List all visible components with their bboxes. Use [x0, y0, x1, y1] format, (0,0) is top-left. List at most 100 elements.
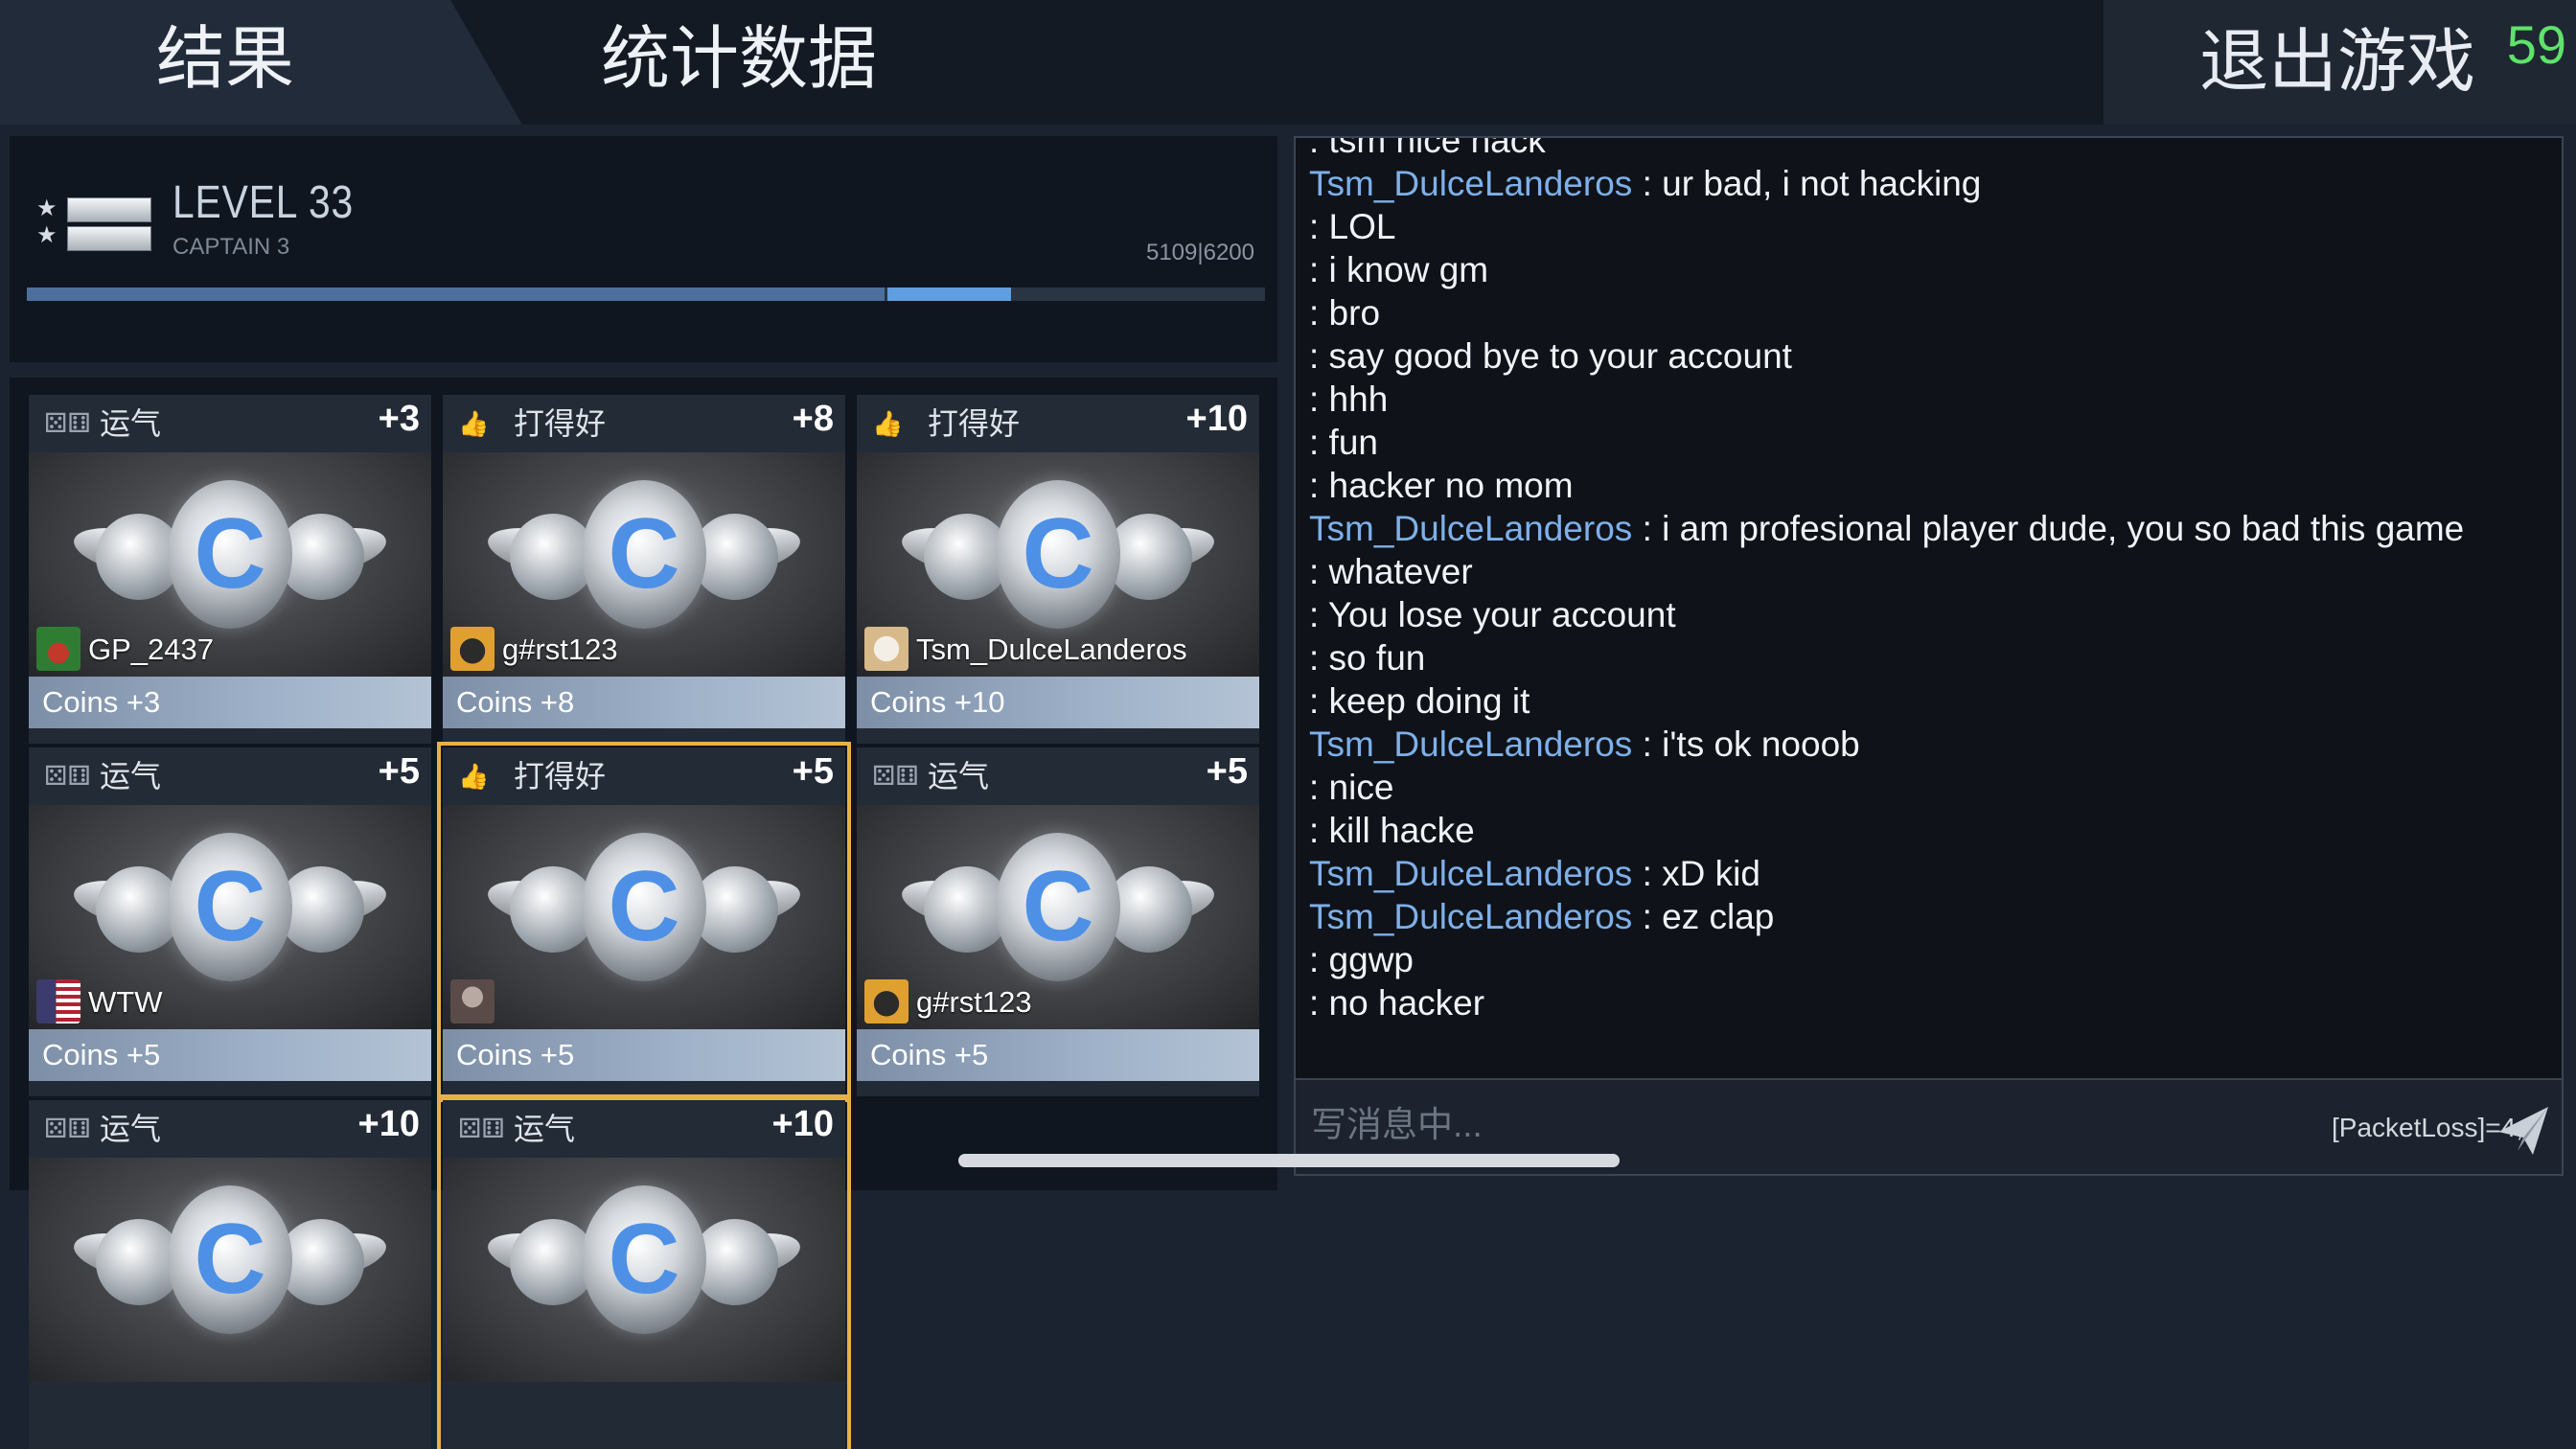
- reward-card-header: ⚄⚅ 运气 +10: [443, 1100, 845, 1158]
- thumbs-up-icon: 👍: [872, 409, 904, 438]
- chat-messages: : tsm nice hack Tsm_DulceLanderos : ur ba…: [1309, 136, 2555, 1024]
- player-name: g#rst123: [502, 632, 618, 666]
- cat-avatar: [864, 627, 908, 671]
- reward-card[interactable]: 👍 打得好 +5 C Coins +5: [437, 742, 851, 1102]
- dice-icon: ⚄⚅: [872, 761, 919, 791]
- thumbs-up-icon: 👍: [458, 409, 490, 438]
- chat-message: : hacker no mom: [1309, 464, 2555, 507]
- reward-coins-label: Coins +8: [456, 685, 575, 719]
- chat-text: : You lose your account: [1309, 595, 1676, 634]
- thumbs-up-icon: 👍: [458, 762, 490, 791]
- coin-icon: C: [472, 828, 816, 991]
- xp-progress-gain: [887, 288, 1011, 301]
- frog-avatar: [36, 627, 80, 671]
- reward-coins: Coins +5: [443, 1029, 845, 1081]
- chat-message: : keep doing it: [1309, 679, 2555, 723]
- home-indicator: [958, 1154, 1620, 1167]
- reward-bonus: +5: [1206, 751, 1248, 792]
- reward-card[interactable]: ⚄⚅ 运气 +5 Cg#rst123 Coins +5: [857, 748, 1259, 1096]
- coins-image: C GP_2437: [29, 452, 431, 677]
- coin-icon: C: [886, 475, 1230, 638]
- chat-sender[interactable]: Tsm_DulceLanderos: [1309, 854, 1632, 893]
- reward-coins-label: Coins +10: [870, 685, 1005, 719]
- chat-message: Tsm_DulceLanderos : i'ts ok nooob: [1309, 723, 2555, 766]
- tab-stats[interactable]: 统计数据: [522, 0, 2104, 125]
- chat-text: : tsm nice hack: [1309, 136, 1546, 160]
- reward-coins: Coins +5: [29, 1029, 431, 1081]
- exit-game-button[interactable]: 退出游戏: [2199, 0, 2475, 125]
- level-panel: ★ ★ LEVEL 33 CAPTAIN 3 5109|6200: [10, 136, 1277, 362]
- tab-results-label: 结果: [155, 21, 294, 98]
- reward-bonus: +5: [792, 751, 834, 792]
- coins-image: Cg#rst123: [443, 452, 845, 677]
- chat-text: : i'ts ok nooob: [1632, 724, 1860, 764]
- reward-category: 运气: [514, 1112, 576, 1146]
- chat-input[interactable]: [1309, 1097, 2271, 1153]
- reward-category: 运气: [928, 759, 990, 794]
- reward-coins: Coins +3: [29, 677, 431, 728]
- chat-text: : keep doing it: [1309, 681, 1530, 721]
- reward-card[interactable]: 👍 打得好 +8 Cg#rst123 Coins +8: [443, 395, 845, 744]
- dice-icon: ⚄⚅: [458, 1114, 505, 1143]
- chat-message: : LOL: [1309, 205, 2555, 248]
- reward-category: 打得好: [928, 406, 1021, 441]
- chat-text: : ez clap: [1632, 897, 1775, 936]
- reward-category: 运气: [100, 406, 162, 441]
- coin-icon: C: [58, 475, 402, 638]
- top-bar: 结果 统计数据 退出游戏 59: [0, 0, 2576, 125]
- chat-text: : nice: [1309, 768, 1394, 807]
- chat-message: : i know gm: [1309, 248, 2555, 291]
- chat-sender[interactable]: Tsm_DulceLanderos: [1309, 724, 1632, 764]
- rank-name: CAPTAIN 3: [172, 234, 290, 260]
- coin-icon: C: [886, 828, 1230, 991]
- reward-card[interactable]: ⚄⚅ 运气 +5 C WTW Coins +5: [29, 748, 431, 1096]
- chat-message: Tsm_DulceLanderos : ez clap: [1309, 895, 2555, 938]
- reward-category: 运气: [100, 759, 162, 794]
- chat-sender[interactable]: Tsm_DulceLanderos: [1309, 509, 1632, 548]
- reward-card[interactable]: ⚄⚅ 运气 +3 C GP_2437 Coins +3: [29, 395, 431, 744]
- tab-results[interactable]: 结果: [0, 0, 522, 125]
- coins-image: C: [443, 1158, 845, 1382]
- reward-card-header: ⚄⚅ 运气 +3: [29, 395, 431, 452]
- chat-text: : xD kid: [1632, 854, 1760, 893]
- chat-text: : so fun: [1309, 638, 1426, 678]
- rank-badge-icon: ★ ★: [27, 194, 151, 261]
- dice-icon: ⚄⚅: [44, 761, 91, 791]
- reward-coins: Coins +5: [857, 1029, 1259, 1081]
- chat-message: : whatever: [1309, 550, 2555, 593]
- chat-message: : ggwp: [1309, 938, 2555, 981]
- star-icon: ★: [36, 196, 58, 221]
- dog-avatar: [864, 979, 908, 1024]
- coin-icon: C: [472, 475, 816, 638]
- chat-message: : no hacker: [1309, 981, 2555, 1024]
- chat-text: : hhh: [1309, 380, 1389, 419]
- chat-text: : bro: [1309, 293, 1381, 333]
- reward-card-header: 👍 打得好 +8: [443, 395, 845, 452]
- reward-bonus: +5: [378, 751, 420, 792]
- coins-image: Cg#rst123: [857, 805, 1259, 1029]
- send-icon[interactable]: [2493, 1099, 2554, 1161]
- chat-message: : fun: [1309, 421, 2555, 464]
- xp-progress-bar: [27, 288, 1265, 301]
- reward-card-header: ⚄⚅ 运气 +10: [29, 1100, 431, 1158]
- chat-sender[interactable]: Tsm_DulceLanderos: [1309, 164, 1632, 203]
- coins-image: C WTW: [29, 805, 431, 1029]
- coins-image: C Tsm_DulceLanderos: [857, 452, 1259, 677]
- reward-card[interactable]: ⚄⚅ 运气 +10 C: [29, 1100, 431, 1449]
- reward-bonus: +10: [771, 1104, 834, 1144]
- chat-panel[interactable]: : tsm nice hack Tsm_DulceLanderos : ur ba…: [1294, 136, 2564, 1080]
- reward-card-header: 👍 打得好 +10: [857, 395, 1259, 452]
- tab-stats-label: 统计数据: [601, 21, 878, 98]
- chat-sender[interactable]: Tsm_DulceLanderos: [1309, 897, 1632, 936]
- player-name: g#rst123: [916, 985, 1032, 1019]
- us-flag-avatar: [36, 979, 80, 1024]
- reward-card-header: ⚄⚅ 运气 +5: [857, 748, 1259, 805]
- dog-avatar: [450, 627, 494, 671]
- reward-card[interactable]: ⚄⚅ 运气 +10 C: [437, 1094, 851, 1449]
- coins-image: C: [443, 805, 845, 1029]
- reward-coins: Coins +8: [443, 677, 845, 728]
- reward-card[interactable]: 👍 打得好 +10 C Tsm_DulceLanderos Coins +10: [857, 395, 1259, 744]
- reward-card-header: 👍 打得好 +5: [443, 748, 845, 805]
- coin-icon: C: [58, 1181, 402, 1344]
- chat-message: : kill hacke: [1309, 809, 2555, 852]
